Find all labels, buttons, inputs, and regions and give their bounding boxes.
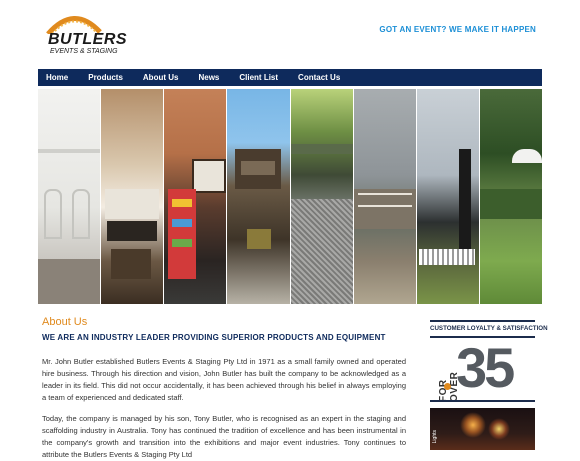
main-nav: Home Products About Us News Client List … xyxy=(38,69,542,86)
logo-brand: BUTLERS xyxy=(48,31,128,48)
nav-news[interactable]: News xyxy=(198,73,219,82)
exhibition-booth-photo xyxy=(164,89,227,304)
grandstand-photo xyxy=(353,89,416,304)
marquee-tent-photo xyxy=(38,89,101,304)
nav-products[interactable]: Products xyxy=(88,73,123,82)
badge-bottom-rule xyxy=(430,400,535,402)
about-paragraph-1: Mr. John Butler established Butlers Even… xyxy=(42,356,406,402)
stadium-crowd-photo xyxy=(290,89,353,304)
badge-title: CUSTOMER LOYALTY & SATISFACTION xyxy=(430,325,548,332)
garden-marquee-photo xyxy=(479,89,542,304)
butlers-logo[interactable]: BUTLERS EVENTS & STAGING xyxy=(42,10,127,55)
fireworks-promo[interactable]: Lights xyxy=(430,408,535,450)
loyalty-badge: CUSTOMER LOYALTY & SATISFACTION FOR OVER… xyxy=(430,320,548,402)
promo-label: Lights xyxy=(432,430,438,444)
photo-banner xyxy=(38,89,542,304)
about-title: About Us xyxy=(42,316,88,328)
nav-contact-us[interactable]: Contact Us xyxy=(298,73,340,82)
banquet-hall-photo xyxy=(101,89,164,304)
nav-home[interactable]: Home xyxy=(46,73,68,82)
nav-about-us[interactable]: About Us xyxy=(143,73,179,82)
badge-top-rule xyxy=(430,320,535,322)
badge-number: 35 xyxy=(456,336,515,399)
concert-stage-photo xyxy=(416,89,479,304)
badge-dot-icon xyxy=(444,383,451,390)
nav-client-list[interactable]: Client List xyxy=(239,73,278,82)
about-paragraph-2: Today, the company is managed by his son… xyxy=(42,413,406,459)
about-heading: WE ARE AN INDUSTRY LEADER PROVIDING SUPE… xyxy=(42,333,386,342)
tagline: GOT AN EVENT? WE MAKE IT HAPPEN xyxy=(379,25,536,34)
logo-subtitle: EVENTS & STAGING xyxy=(50,48,118,55)
outdoor-stage-photo xyxy=(227,89,290,304)
